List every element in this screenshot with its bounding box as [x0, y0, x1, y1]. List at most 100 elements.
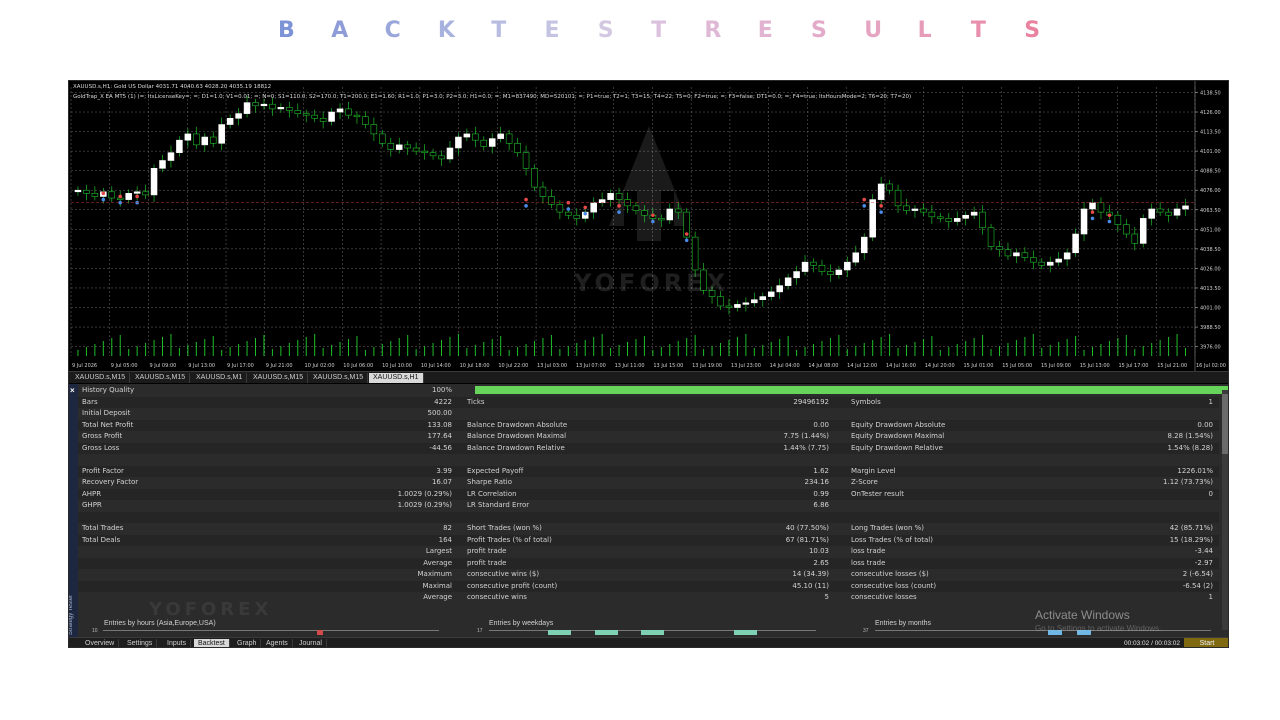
candle-body	[1123, 224, 1130, 235]
chart-header-symbol: XAUUSD.s,H1: Gold US Dollar 4031.71 4040…	[73, 84, 272, 90]
tester-tab-overview[interactable]: Overview	[81, 639, 120, 647]
candle-body	[658, 218, 665, 221]
tester-tab-settings[interactable]: Settings	[123, 639, 158, 647]
tester-tab-backtest[interactable]: Backtest	[194, 639, 230, 647]
results-cell: Long Trades (won %)	[851, 524, 924, 532]
price-axis-label: 4026.00	[1200, 266, 1221, 272]
tester-tab-agents[interactable]: Agents	[262, 639, 293, 647]
price-axis-label: 4013.50	[1200, 286, 1221, 292]
candle-body	[91, 193, 99, 197]
candle-body	[920, 208, 927, 213]
scrollbar-thumb[interactable]	[1222, 394, 1228, 454]
results-cell: 5	[824, 593, 829, 601]
price-axis-label: 4138.50	[1200, 90, 1221, 96]
candle-body	[742, 302, 750, 305]
symbol-tab[interactable]: XAUUSD.s,M15	[249, 373, 309, 383]
candle-body	[412, 147, 420, 152]
results-cell: Equity Drawdown Relative	[851, 443, 943, 452]
candle-body	[353, 114, 361, 118]
results-cell: 2 (-6.54)	[1182, 570, 1213, 578]
entries-by-hours-axis	[103, 630, 439, 631]
symbol-tab[interactable]: XAUUSD.s,M1	[192, 373, 248, 383]
results-cell: 0.99	[813, 489, 829, 498]
tester-sidebar: × Strategy Tester	[69, 384, 78, 647]
candle-body	[438, 155, 445, 160]
trade-marker	[566, 207, 571, 211]
results-row: Total Net Profit 133.08 Balance Drawdown A…	[78, 419, 1219, 431]
symbol-tab[interactable]: XAUUSD.s,M15	[71, 373, 131, 383]
results-cell: Total Deals	[82, 535, 121, 544]
elapsed-timer: 00:03:02 / 00:03:02	[1123, 640, 1180, 647]
results-cell: 2.65	[813, 558, 829, 567]
time-axis-label: 10 Jul 06:00	[343, 363, 373, 369]
trade-marker	[651, 213, 655, 218]
results-cell: 1.0029 (0.29%)	[397, 501, 452, 509]
results-cell: Short Trades (won %)	[467, 524, 542, 532]
watermark-text: YOFOREX	[574, 269, 730, 297]
candle-body	[193, 133, 200, 146]
trade-marker	[101, 197, 106, 202]
candle-body	[641, 210, 648, 216]
candle-body	[1148, 208, 1155, 219]
scrollbar[interactable]	[1222, 390, 1228, 630]
results-cell: -3.44	[1194, 547, 1213, 555]
candle-body	[1021, 252, 1029, 258]
start-button[interactable]: Start	[1184, 638, 1228, 647]
results-cell: Gross Loss	[82, 443, 120, 452]
trade-marker	[862, 197, 867, 202]
candle-body	[1165, 211, 1172, 216]
candle-body	[860, 236, 868, 254]
banner-letter: A	[331, 18, 349, 43]
candle-body	[184, 133, 192, 141]
results-cell: Ticks	[467, 397, 485, 406]
weekday-bar-fri	[734, 630, 757, 635]
close-icon[interactable]: ×	[70, 386, 75, 395]
candle-body	[531, 168, 538, 188]
candle-body	[1173, 208, 1181, 216]
results-row: Gross Profit 177.64 Balance Drawdown Maxim…	[78, 431, 1219, 443]
results-cell: 1.62	[813, 466, 829, 475]
price-axis-label: 4038.50	[1200, 247, 1221, 253]
banner-letter: S	[597, 18, 614, 43]
results-cell: Balance Drawdown Relative	[467, 443, 565, 452]
candle-body	[945, 218, 953, 222]
candle-body	[1013, 252, 1020, 257]
symbol-tab[interactable]: XAUUSD.s,H1	[369, 373, 424, 383]
tester-tab-inputs[interactable]: Inputs	[163, 639, 192, 647]
tester-tab-graph[interactable]: Graph	[233, 639, 262, 647]
time-axis-label: 14 Jul 20:00	[925, 363, 955, 369]
candle-body	[319, 117, 327, 122]
candle-body	[497, 133, 504, 139]
candle-body	[150, 168, 158, 196]
candle-body	[886, 183, 893, 191]
symbol-tab[interactable]: XAUUSD.s,M15	[309, 373, 369, 383]
results-cell: loss trade	[851, 547, 886, 555]
candle-body	[429, 152, 437, 157]
banner-letter: T	[970, 18, 986, 43]
tester-tab-journal[interactable]: Journal	[295, 639, 327, 647]
symbol-tab[interactable]: XAUUSD.s,M15	[131, 373, 191, 383]
candle-body	[1063, 252, 1071, 260]
strategy-tester-panel: × Strategy Tester History Quality 100% Bar…	[69, 384, 1228, 647]
candle-body	[488, 138, 496, 147]
time-axis-label: 14 Jul 16:00	[886, 363, 916, 369]
price-axis-label: 4088.50	[1200, 169, 1221, 175]
candlestick-chart[interactable]: 9 Jul 2026 9 Jul 05:00 9 Jul 09:00 9 Jul 13…	[69, 81, 1229, 371]
candle-body	[590, 202, 597, 213]
candle-body	[691, 236, 699, 271]
results-cell: -6.54 (2)	[1182, 581, 1213, 590]
candle-body	[1114, 214, 1122, 225]
candle-body	[286, 107, 293, 111]
candle-body	[751, 299, 758, 304]
results-cell: Total Trades	[82, 524, 124, 532]
results-cell: 4222	[434, 397, 452, 406]
candle-body	[463, 133, 471, 138]
price-chart[interactable]: 9 Jul 2026 9 Jul 05:00 9 Jul 09:00 9 Jul 13…	[69, 81, 1229, 371]
results-row: Profit Factor 3.99 Expected Payoff 1.62 Marg…	[78, 465, 1219, 477]
candle-body	[167, 152, 175, 161]
candle-body	[801, 261, 809, 272]
candle-body	[1046, 261, 1054, 266]
candle-body	[759, 296, 767, 300]
results-cell: 8.28 (1.54%)	[1167, 432, 1213, 440]
candle-body	[480, 139, 488, 147]
